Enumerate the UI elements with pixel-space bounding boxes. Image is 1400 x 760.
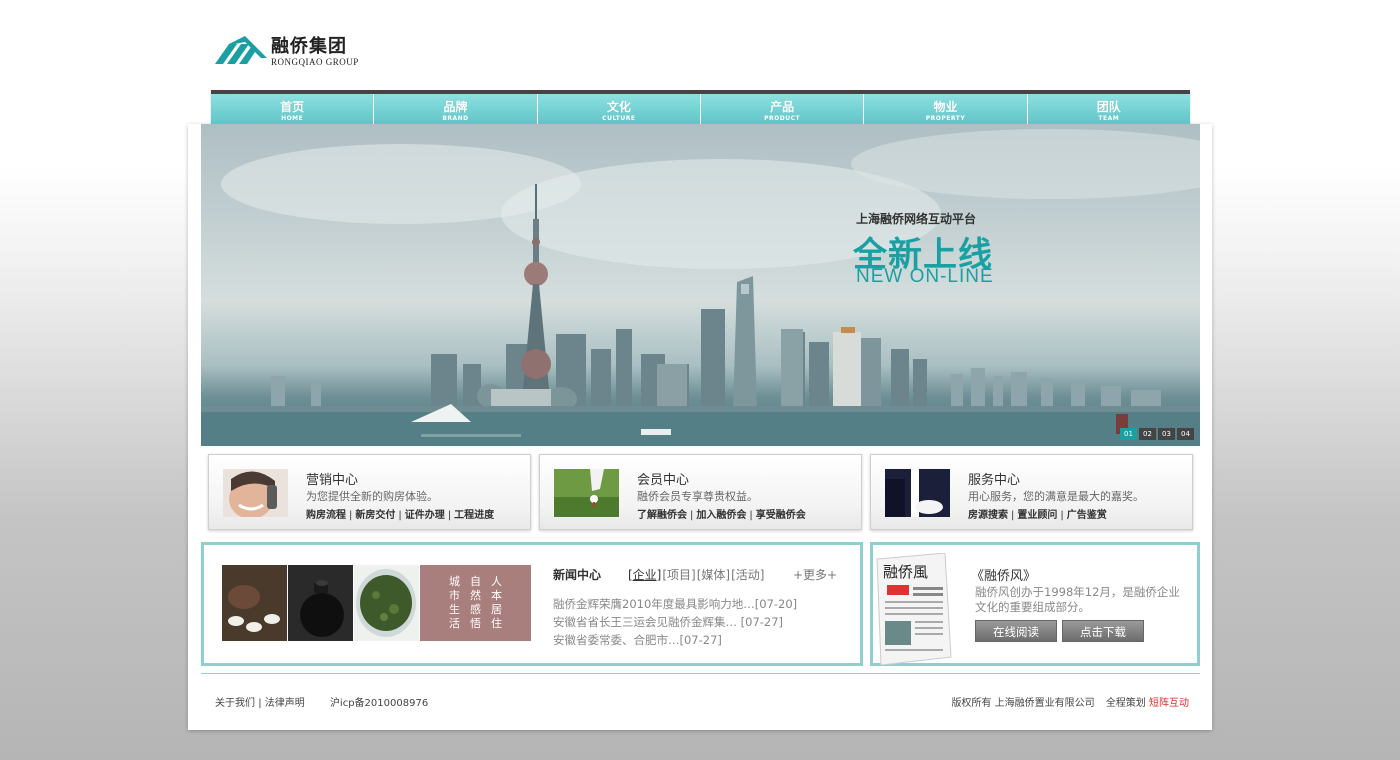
- news-list: 融侨金辉荣膺2010年度最具影响力地…[07-20] 安徽省省长王三运会见融侨金…: [553, 595, 797, 649]
- banner-title-en: NEW ON-LINE: [856, 266, 994, 287]
- logo-mark-icon: [215, 36, 267, 64]
- service-desc: 用心服务，您的满意是最大的嘉奖。: [968, 490, 1144, 503]
- service-title: 服务中心: [968, 473, 1021, 488]
- teapot-photo-image: [222, 565, 287, 641]
- nav-label: 品牌: [443, 100, 468, 114]
- planner-link[interactable]: 短阵互动: [1149, 698, 1189, 709]
- link-separator: |: [690, 510, 694, 521]
- service-box-sales: 营销中心 为您提供全新的购房体验。 购房流程 | 新房交付 | 证件办理 | 工程进度: [208, 454, 531, 530]
- link-certificate[interactable]: 证件办理: [405, 510, 445, 521]
- service-box-member: 会员中心 融侨会员专享尊贵权益。 了解融侨会 | 加入融侨会 | 享受融侨会: [539, 454, 862, 530]
- news-item[interactable]: 安徽省省长王三运会见融侨金辉集… [07-27]: [553, 613, 797, 631]
- banner-subtitle: 上海融侨网络互动平台: [856, 212, 977, 226]
- logo-title: 融侨集团: [271, 36, 347, 57]
- hero-banner[interactable]: 上海融侨网络互动平台 全新上线 NEW ON-LINE 01 02 03 04: [201, 124, 1200, 446]
- nav-label-en: PRODUCT: [764, 115, 801, 122]
- tab-enterprise[interactable]: [企业]: [628, 566, 661, 583]
- slide-dot-3[interactable]: 03: [1158, 428, 1175, 440]
- footer-divider: [201, 673, 1200, 674]
- magazine-desc: 融侨风创办于1998年12月，是融侨企业文化的重要组成部分。: [975, 585, 1180, 614]
- footer-copyright: 版权所有 上海融侨置业有限公司 全程策划 短阵互动: [951, 694, 1189, 709]
- nav-label: 物业: [933, 100, 958, 114]
- logo[interactable]: 融侨集团 RONGQIAO GROUP: [215, 36, 359, 68]
- link-separator: |: [447, 510, 452, 521]
- link-new-delivery[interactable]: 新房交付: [355, 510, 395, 521]
- slide-dot-1[interactable]: 01: [1120, 428, 1137, 440]
- link-consultant[interactable]: 置业顾问: [1017, 510, 1057, 521]
- news-heading: 新闻中心: [553, 568, 602, 582]
- service-title: 会员中心: [637, 473, 690, 488]
- copyright-text: 版权所有 上海融侨置业有限公司: [951, 698, 1095, 709]
- link-progress[interactable]: 工程进度: [454, 510, 494, 521]
- link-separator: |: [1060, 510, 1064, 521]
- link-separator: |: [398, 510, 402, 521]
- tea-leaves-photo-image: [354, 565, 419, 641]
- city-skyline-image: [201, 129, 1200, 446]
- link-property-search[interactable]: 房源搜索: [968, 510, 1008, 521]
- svg-text:融侨風: 融侨風: [883, 563, 928, 581]
- nav-label-en: TEAM: [1098, 115, 1120, 122]
- news-item[interactable]: 安徽省委常委、合肥市…[07-27]: [553, 631, 797, 649]
- nav-label-en: CULTURE: [602, 115, 636, 122]
- motto-column: 城市生活: [449, 575, 460, 630]
- service-links: 购房流程 | 新房交付 | 证件办理 | 工程进度: [306, 506, 494, 521]
- link-enjoy-club[interactable]: 享受融侨会: [756, 510, 806, 521]
- magazine-box: 融侨風 《融侨风》 融侨风创办于1998年12月，是融侨企业文化的重要组成部分。…: [870, 542, 1200, 666]
- footer-links: 关于我们 | 法律声明 沪icp备2010008976: [215, 694, 428, 709]
- news-tabs: [企业] [项目] [媒体] [活动]: [628, 566, 765, 583]
- link-separator: |: [749, 510, 753, 521]
- planner-label: 全程策划: [1105, 698, 1146, 709]
- service-desc: 融侨会员专享尊贵权益。: [637, 490, 758, 503]
- news-more-link[interactable]: +更多+: [793, 566, 837, 583]
- motto-column: 自然感悟: [470, 575, 481, 630]
- nav-label-en: BRAND: [442, 115, 469, 122]
- tab-activity[interactable]: [活动]: [731, 566, 764, 583]
- logo-subtitle: RONGQIAO GROUP: [271, 57, 359, 67]
- service-box-service: 服务中心 用心服务，您的满意是最大的嘉奖。 房源搜索 | 置业顾问 | 广告鉴赏: [870, 454, 1193, 530]
- nav-label: 文化: [606, 100, 631, 114]
- slide-pager: 01 02 03 04: [1120, 428, 1194, 440]
- news-item[interactable]: 融侨金辉荣膺2010年度最具影响力地…[07-20]: [553, 595, 797, 613]
- nav-label: 团队: [1096, 100, 1121, 114]
- slide-dot-2[interactable]: 02: [1139, 428, 1156, 440]
- tea-jar-photo-image: [288, 565, 353, 641]
- icp-text: 沪icp备2010008976: [329, 698, 429, 709]
- service-title: 营销中心: [306, 473, 359, 488]
- link-separator: |: [1011, 510, 1015, 521]
- magazine-cover-image[interactable]: 融侨風: [873, 553, 953, 665]
- motto-panel: 城市生活 自然感悟 人本居住: [420, 565, 531, 641]
- service-links: 房源搜索 | 置业顾问 | 广告鉴赏: [968, 506, 1107, 521]
- butler-photo-image: [885, 469, 950, 517]
- slide-dot-4[interactable]: 04: [1177, 428, 1194, 440]
- tab-project[interactable]: [项目]: [662, 566, 695, 583]
- about-link[interactable]: 关于我们: [215, 698, 255, 709]
- magazine-title: 《融侨风》: [971, 569, 1037, 584]
- golf-photo-image: [554, 469, 619, 517]
- link-separator: |: [349, 510, 353, 521]
- service-links: 了解融侨会 | 加入融侨会 | 享受融侨会: [637, 506, 806, 521]
- link-purchase-process[interactable]: 购房流程: [306, 510, 346, 521]
- nav-label: 产品: [770, 100, 795, 114]
- link-learn-club[interactable]: 了解融侨会: [637, 510, 687, 521]
- link-join-club[interactable]: 加入融侨会: [696, 510, 746, 521]
- legal-link[interactable]: 法律声明: [265, 698, 305, 709]
- nav-label: 首页: [280, 100, 305, 114]
- nav-label-en: HOME: [281, 115, 304, 122]
- motto-column: 人本居住: [491, 575, 502, 630]
- link-ads[interactable]: 广告鉴赏: [1067, 510, 1107, 521]
- read-online-button[interactable]: 在线阅读: [975, 620, 1057, 642]
- news-box: 城市生活 自然感悟 人本居住 新闻中心 [企业] [项目] [媒体] [活动] …: [201, 542, 863, 666]
- tab-media[interactable]: [媒体]: [697, 566, 730, 583]
- nav-label-en: PROPERTY: [925, 115, 966, 122]
- download-button[interactable]: 点击下载: [1062, 620, 1144, 642]
- sales-photo-image: [223, 469, 288, 517]
- service-desc: 为您提供全新的购房体验。: [306, 490, 438, 503]
